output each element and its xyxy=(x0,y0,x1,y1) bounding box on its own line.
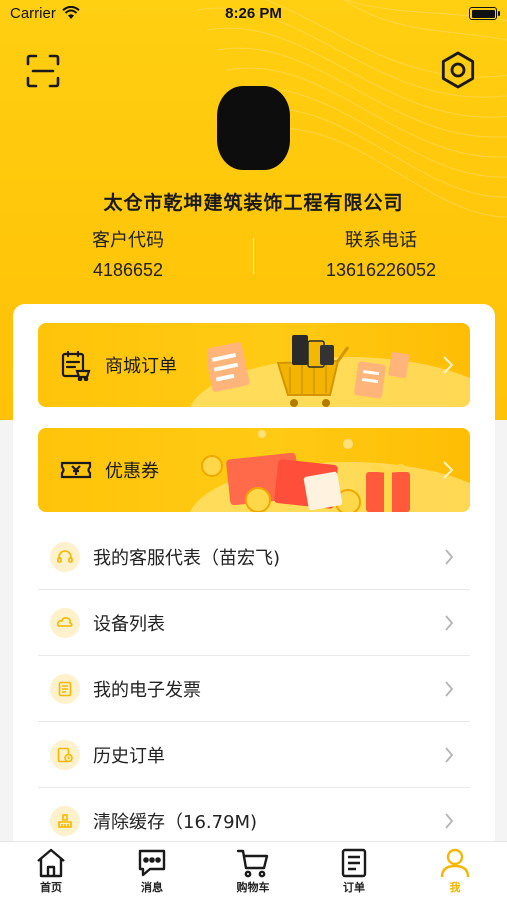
phone-block[interactable]: 联系电话 13616226052 xyxy=(281,226,481,281)
order-icon xyxy=(341,848,367,878)
menu-card: 商城订单 优惠券 我的客服代表（苗宏飞) 设备列表 我的电子发票 历史订单 清除… xyxy=(13,304,495,864)
tab-orders[interactable]: 订单 xyxy=(324,848,384,895)
device-icon xyxy=(50,608,80,638)
status-time: 8:26 PM xyxy=(225,5,282,22)
cart-list-icon xyxy=(61,350,91,381)
tab-label: 消息 xyxy=(141,881,163,894)
chevron-right-icon xyxy=(445,549,454,565)
chevron-right-icon xyxy=(445,681,454,697)
cart-icon xyxy=(236,849,269,878)
menu-item-label: 我的电子发票 xyxy=(93,680,201,701)
menu-item-device-list[interactable]: 设备列表 xyxy=(38,590,470,656)
tab-cart[interactable]: 购物车 xyxy=(223,848,283,895)
avatar[interactable] xyxy=(217,86,290,170)
scan-icon xyxy=(26,54,60,88)
settings-button[interactable] xyxy=(438,50,478,90)
tab-home[interactable]: 首页 xyxy=(21,848,81,895)
company-name: 太仓市乾坤建筑装饰工程有限公司 xyxy=(103,192,404,214)
tab-label: 首页 xyxy=(40,881,62,894)
user-icon xyxy=(440,848,470,878)
bottom-tab-bar: 首页 消息 购物车 订单 我 xyxy=(0,841,507,900)
invoice-icon xyxy=(50,674,80,704)
battery-icon xyxy=(469,7,500,20)
tab-messages[interactable]: 消息 xyxy=(122,848,182,895)
ticket-icon xyxy=(60,461,92,479)
coupons-label: 优惠券 xyxy=(105,461,159,482)
chevron-right-icon xyxy=(443,461,454,479)
phone-label: 联系电话 xyxy=(345,230,417,251)
history-icon xyxy=(50,740,80,770)
menu-item-label: 清除缓存（16.79M) xyxy=(93,812,258,833)
menu-item-customer-service[interactable]: 我的客服代表（苗宏飞) xyxy=(38,524,470,590)
customer-code-label: 客户代码 xyxy=(92,230,164,251)
customer-code-block: 客户代码 4186652 xyxy=(28,226,228,281)
phone-value[interactable]: 13616226052 xyxy=(281,260,481,281)
menu-item-e-invoice[interactable]: 我的电子发票 xyxy=(38,656,470,722)
menu-item-label: 我的客服代表（苗宏飞) xyxy=(93,548,281,569)
tab-label: 购物车 xyxy=(236,881,270,894)
headset-icon xyxy=(50,542,80,572)
menu-item-label: 历史订单 xyxy=(93,746,165,767)
coupons-banner[interactable]: 优惠券 xyxy=(38,428,470,512)
info-divider xyxy=(253,238,254,274)
status-bar: Carrier 8:26 PM xyxy=(0,0,507,28)
tab-me[interactable]: 我 xyxy=(425,848,485,895)
broom-icon xyxy=(50,806,80,836)
shopping-cart-illustration xyxy=(208,335,410,407)
chevron-right-icon xyxy=(443,356,454,374)
menu-item-label: 设备列表 xyxy=(93,614,165,635)
customer-code-value: 4186652 xyxy=(92,260,164,280)
shop-orders-banner[interactable]: 商城订单 xyxy=(38,323,470,407)
home-icon xyxy=(37,848,65,878)
message-icon xyxy=(138,849,166,877)
menu-item-order-history[interactable]: 历史订单 xyxy=(38,722,470,788)
tab-label: 我 xyxy=(449,881,461,894)
shop-orders-label: 商城订单 xyxy=(105,356,177,377)
chevron-right-icon xyxy=(445,747,454,763)
chevron-right-icon xyxy=(445,813,454,829)
gear-icon xyxy=(441,51,475,89)
chevron-right-icon xyxy=(445,615,454,631)
coupon-gifts-illustration xyxy=(201,430,410,512)
scan-button[interactable] xyxy=(24,52,62,90)
tab-label: 订单 xyxy=(343,881,365,894)
